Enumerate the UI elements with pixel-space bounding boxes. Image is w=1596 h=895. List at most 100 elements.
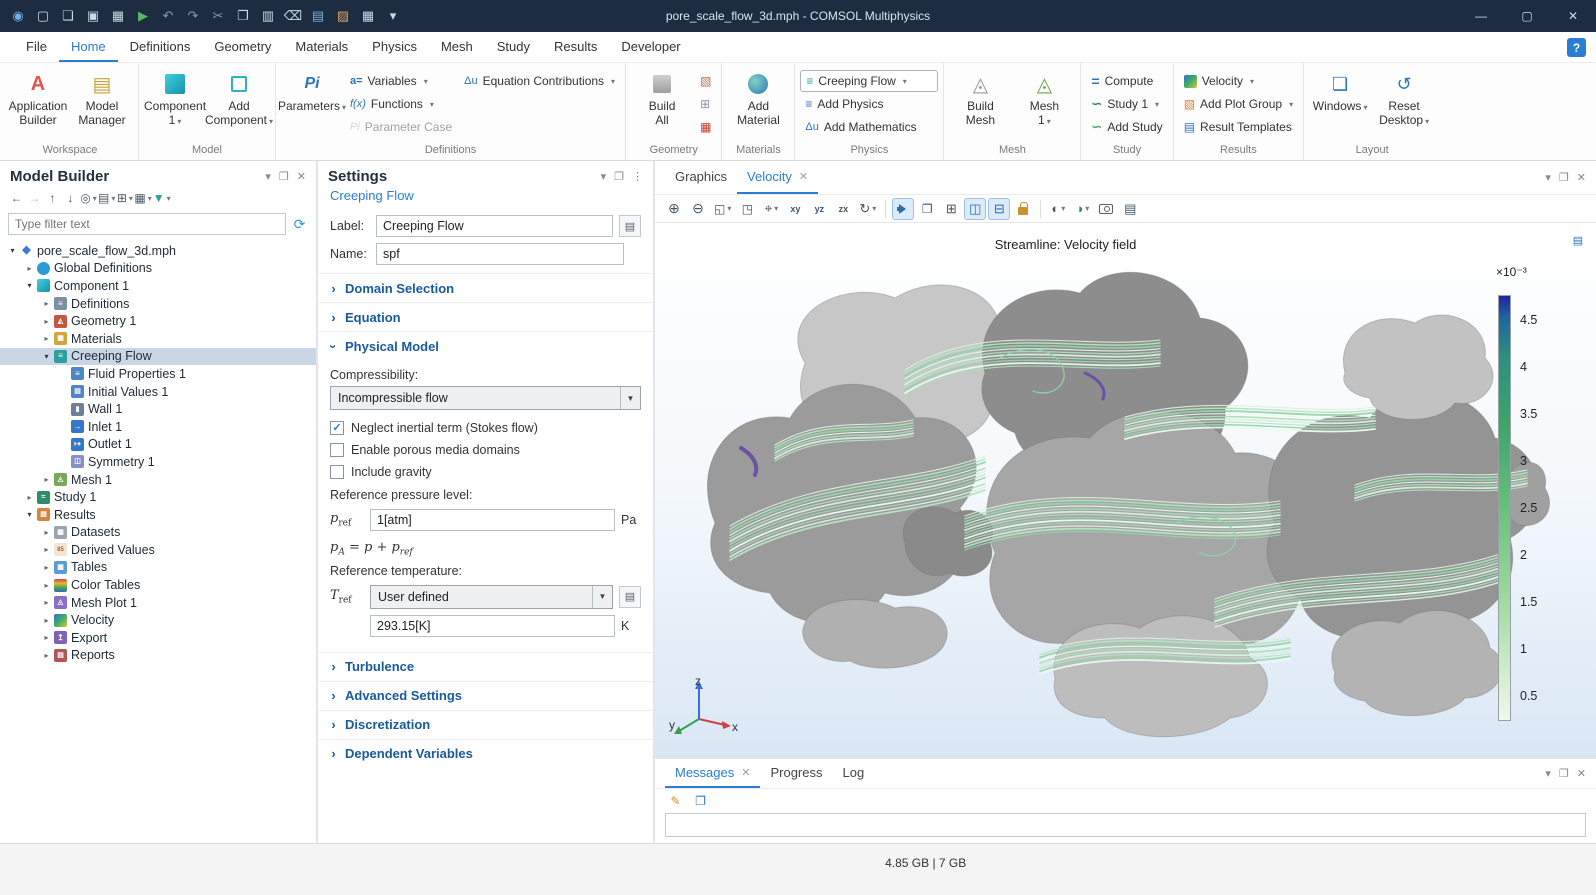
more[interactable]: ▾ — [381, 4, 405, 28]
menu-tab-results[interactable]: Results — [542, 32, 609, 62]
ribbon-button-component-1[interactable]: Component1▾ — [144, 65, 206, 128]
ribbon-item-creeping-flow[interactable]: ≡Creeping Flow▾ — [800, 70, 938, 92]
section-physical-model[interactable]: › Physical Model — [318, 331, 653, 360]
ribbon-item-study-1[interactable]: ∽Study 1▾ — [1086, 93, 1167, 115]
ribbon-button-add-component[interactable]: AddComponent▾ — [208, 65, 270, 128]
tree-node-export[interactable]: ▸↥Export — [0, 629, 316, 647]
go-to-view-button[interactable]: ⌖▾ — [760, 198, 782, 220]
messages-tab-messages[interactable]: Messages✕ — [665, 759, 760, 788]
environment-button[interactable]: ◐▾ — [1047, 198, 1069, 220]
legend-toggle-icon[interactable]: ▤ — [1568, 231, 1588, 249]
tree-node-tables[interactable]: ▸▦Tables — [0, 559, 316, 577]
tree-node-definitions[interactable]: ▸≡Definitions — [0, 295, 316, 313]
edit-field-button[interactable]: ▤ — [619, 586, 641, 608]
panel-close-icon[interactable]: ✕ — [1577, 171, 1586, 184]
ribbon-button-build-all[interactable]: BuildAll — [631, 65, 693, 128]
section-domain-selection[interactable]: › Domain Selection — [318, 273, 653, 302]
checkbox-neglect-inertial[interactable]: Neglect inertial term (Stokes flow) — [330, 417, 641, 438]
checkbox-icon[interactable] — [330, 443, 344, 457]
rotate-view-button[interactable]: ↻▾ — [856, 198, 879, 220]
move-down-button[interactable]: ↓ — [62, 188, 79, 208]
name-input[interactable] — [376, 243, 624, 265]
panel-more-icon[interactable]: ⋮ — [632, 170, 643, 183]
minimize-button[interactable]: — — [1458, 0, 1504, 32]
tree-node-geometry-1[interactable]: ▸◭Geometry 1 — [0, 312, 316, 330]
ribbon-item-geom-delete[interactable]: ▦ — [695, 116, 716, 138]
tree-node-global-definitions[interactable]: ▸Global Definitions — [0, 260, 316, 278]
compressibility-select[interactable]: Incompressible flow ▼ — [330, 386, 641, 410]
tree-node-color-tables[interactable]: ▸Color Tables — [0, 576, 316, 594]
expand-icon[interactable]: ▸ — [40, 633, 53, 642]
zx-view-button[interactable]: zx — [832, 198, 854, 220]
ribbon-button-mesh-1[interactable]: ◬Mesh1▾ — [1013, 65, 1075, 128]
tree-node-derived-values[interactable]: ▸85Derived Values — [0, 541, 316, 559]
ribbon-button-application-builder[interactable]: AApplicationBuilder — [7, 65, 69, 128]
ribbon-button-add-material[interactable]: AddMaterial — [727, 65, 789, 128]
maximize-button[interactable]: ▢ — [1504, 0, 1550, 32]
ribbon-item-variables[interactable]: a=Variables▾ — [345, 70, 457, 92]
menu-tab-geometry[interactable]: Geometry — [202, 32, 283, 62]
expand-icon[interactable]: ▸ — [40, 528, 53, 537]
lock-view-button[interactable] — [1012, 198, 1034, 220]
ribbon-button-windows[interactable]: ❏Windows▾ — [1309, 65, 1371, 113]
ribbon-item-result-templates[interactable]: ▤Result Templates — [1179, 116, 1298, 138]
close-button[interactable]: ✕ — [1550, 0, 1596, 32]
panel-menu-icon[interactable]: ▾ — [1545, 171, 1551, 184]
menu-tab-physics[interactable]: Physics — [360, 32, 429, 62]
expand-icon[interactable]: ▸ — [40, 545, 53, 554]
menu-tab-study[interactable]: Study — [485, 32, 542, 62]
zoom-out-button[interactable]: ⊖ — [687, 198, 709, 220]
ribbon-item-add-physics[interactable]: ≡Add Physics — [800, 93, 938, 115]
label-input[interactable] — [376, 215, 613, 237]
save-as[interactable]: ▦ — [106, 4, 130, 28]
collapse-icon[interactable]: ▾ — [40, 352, 53, 361]
ribbon-button-model-manager[interactable]: ▤ModelManager — [71, 65, 133, 128]
zoom-extents-button[interactable]: ◳ — [736, 198, 758, 220]
zoom-in-button[interactable]: ⊕ — [663, 198, 685, 220]
expand-icon[interactable]: ▸ — [23, 264, 36, 273]
split-vertical-button[interactable]: ⊟ — [988, 198, 1010, 220]
ribbon-button-reset-desktop[interactable]: ↺ResetDesktop▾ — [1373, 65, 1435, 128]
node-text-button[interactable]: ▤▾ — [98, 188, 115, 208]
copy[interactable]: ❐ — [231, 4, 255, 28]
checkbox-porous-media[interactable]: Enable porous media domains — [330, 439, 641, 460]
messages-tab-log[interactable]: Log — [833, 759, 875, 788]
delete[interactable]: ⌫ — [281, 4, 305, 28]
tree-node-results[interactable]: ▾▧Results — [0, 506, 316, 524]
ribbon-item-add-plot-group[interactable]: ▧Add Plot Group▾ — [1179, 93, 1298, 115]
copy-text-button[interactable]: ❐ — [692, 791, 709, 811]
snapshot-button[interactable] — [1095, 198, 1117, 220]
checkbox-icon[interactable] — [330, 421, 344, 435]
refresh-icon[interactable]: ⟳ — [291, 214, 308, 234]
tree-node-reports[interactable]: ▸▤Reports — [0, 647, 316, 665]
panel-float-icon[interactable]: ❐ — [614, 170, 624, 183]
comsol-logo[interactable]: ◉ — [6, 4, 30, 28]
table-copy[interactable]: ▤ — [306, 4, 330, 28]
split-horizontal-button[interactable]: ◫ — [964, 198, 986, 220]
tree-node-creeping-flow[interactable]: ▾≡Creeping Flow — [0, 348, 316, 366]
checkbox-icon[interactable] — [330, 465, 344, 479]
tree-node-mesh-plot-1[interactable]: ▸◬Mesh Plot 1 — [0, 594, 316, 612]
panel-float-icon[interactable]: ❐ — [1559, 171, 1569, 184]
new-file[interactable]: ▢ — [31, 4, 55, 28]
color-theme-button[interactable]: ◑▾ — [1071, 198, 1093, 220]
tree-node-velocity[interactable]: ▸Velocity — [0, 611, 316, 629]
ribbon-item-compute[interactable]: =Compute — [1086, 70, 1167, 92]
section-equation[interactable]: › Equation — [318, 302, 653, 331]
streamline-plot[interactable] — [655, 223, 1596, 757]
expand-icon[interactable]: ▸ — [40, 616, 53, 625]
checkbox-include-gravity[interactable]: Include gravity — [330, 461, 641, 482]
collapse-icon[interactable]: ▾ — [23, 281, 36, 290]
menu-tab-materials[interactable]: Materials — [283, 32, 360, 62]
graphics-tab-velocity[interactable]: Velocity✕ — [737, 161, 818, 194]
undo[interactable]: ↶ — [156, 4, 180, 28]
ribbon-button-build-mesh[interactable]: ◬BuildMesh — [949, 65, 1011, 128]
messages-tab-progress[interactable]: Progress — [760, 759, 832, 788]
messages-text-area[interactable] — [665, 813, 1586, 837]
grid[interactable]: ▦ — [356, 4, 380, 28]
expand-icon[interactable]: ▸ — [40, 598, 53, 607]
print-button[interactable]: ▤ — [1119, 198, 1141, 220]
expand-icon[interactable]: ▸ — [40, 581, 53, 590]
single-pane-button[interactable]: ❐ — [916, 198, 938, 220]
nav-back-button[interactable]: ← — [8, 188, 25, 208]
